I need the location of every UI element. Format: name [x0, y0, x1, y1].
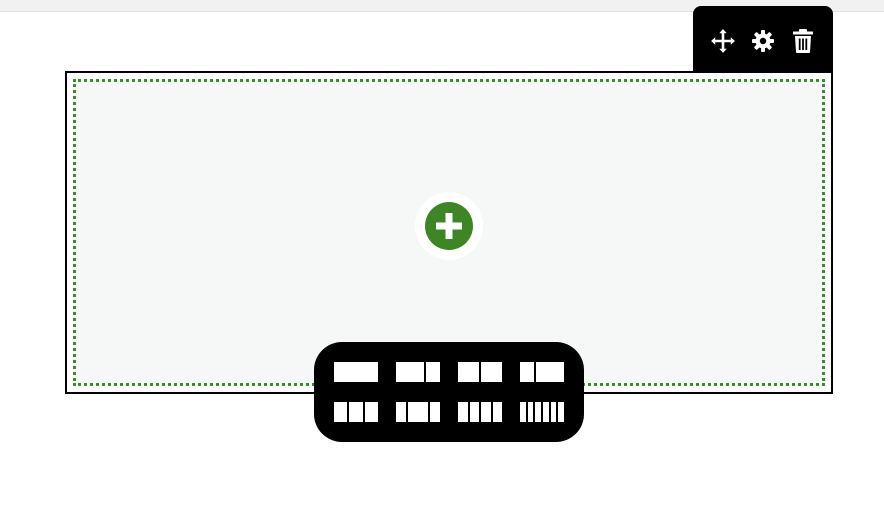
- gear-icon: [752, 30, 774, 52]
- column-layout-picker: [314, 342, 584, 442]
- layout-column-block: [458, 402, 468, 422]
- move-button[interactable]: [708, 26, 738, 56]
- layout-column-block: [334, 402, 348, 422]
- layout-column-block: [408, 402, 428, 422]
- settings-button[interactable]: [748, 26, 778, 56]
- layout-column-block: [396, 402, 406, 422]
- layout-column-block: [536, 362, 564, 382]
- layout-column-block: [520, 402, 526, 422]
- layout-column-block: [334, 362, 378, 382]
- layout-6-columns-option[interactable]: [520, 402, 564, 422]
- layout-column-block: [481, 402, 491, 422]
- layout-1-2-1-2-option[interactable]: [458, 362, 502, 382]
- delete-button[interactable]: [788, 26, 818, 56]
- layout-column-block: [527, 402, 534, 422]
- layout-column-block: [469, 402, 479, 422]
- layout-column-block: [520, 362, 534, 382]
- section-toolbar: [693, 6, 833, 72]
- layout-4-columns-option[interactable]: [458, 402, 502, 422]
- layout-column-block: [550, 402, 557, 422]
- trash-icon: [793, 29, 813, 53]
- layout-column-block: [430, 402, 440, 422]
- layout-1-column-option[interactable]: [334, 362, 378, 382]
- move-icon: [711, 29, 735, 53]
- layout-2-3-1-3-option[interactable]: [396, 362, 440, 382]
- layout-column-block: [396, 362, 424, 382]
- layout-column-block: [542, 402, 549, 422]
- layout-column-block: [364, 402, 378, 422]
- layout-1-2-1-option[interactable]: [396, 402, 440, 422]
- add-element-button[interactable]: [415, 192, 483, 260]
- layout-3-columns-option[interactable]: [334, 402, 378, 422]
- layout-column-block: [426, 362, 440, 382]
- layout-column-block: [535, 402, 541, 422]
- layout-column-block: [458, 362, 479, 382]
- layout-1-3-2-3-option[interactable]: [520, 362, 564, 382]
- layout-column-block: [492, 402, 502, 422]
- layout-column-block: [558, 402, 564, 422]
- layout-column-block: [481, 362, 502, 382]
- plus-icon: [425, 202, 473, 250]
- layout-column-block: [349, 402, 363, 422]
